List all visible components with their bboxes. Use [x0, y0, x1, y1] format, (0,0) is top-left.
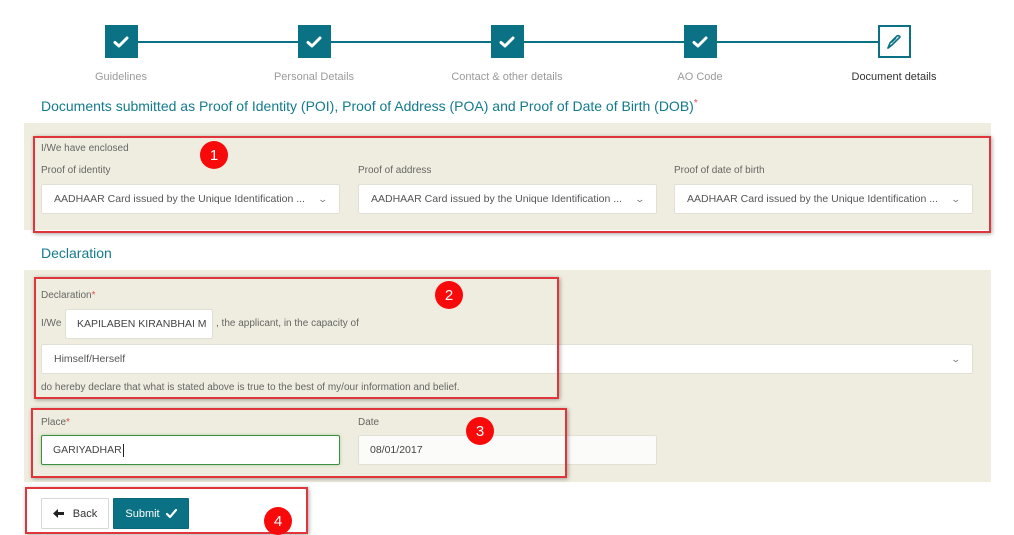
step-label: Contact & other details [451, 71, 563, 83]
step-completed-box [297, 25, 331, 58]
submit-button[interactable]: Submit [113, 498, 189, 529]
back-button[interactable]: Back [41, 498, 109, 529]
step-document-details[interactable]: Document details [834, 25, 954, 83]
step-label: AO Code [677, 71, 723, 83]
annotation-badge-1: 1 [200, 141, 228, 169]
step-current-box [877, 25, 911, 58]
step-completed-box [104, 25, 138, 58]
pen-icon [887, 34, 901, 49]
declaration-section-title: Declaration [41, 245, 112, 261]
step-completed-box [490, 25, 524, 58]
proof-dob-select[interactable]: AADHAAR Card issued by the Unique Identi… [674, 184, 973, 214]
required-mark: * [693, 98, 698, 109]
date-input[interactable]: 08/01/2017 [358, 435, 657, 465]
declaration-label: Declaration* [41, 290, 96, 301]
required-mark: * [91, 290, 96, 301]
check-icon [306, 36, 322, 47]
annotation-badge-2: 2 [435, 281, 463, 309]
step-guidelines[interactable]: Guidelines [61, 25, 181, 83]
check-icon [113, 36, 129, 47]
check-icon [499, 36, 515, 47]
chevron-down-icon: ⌄ [634, 193, 646, 204]
annotation-badge-4: 4 [264, 507, 292, 535]
text-caret [122, 443, 124, 457]
step-ao-code[interactable]: AO Code [640, 25, 760, 83]
proof-address-label: Proof of address [358, 165, 432, 176]
date-label: Date [358, 417, 380, 428]
place-input[interactable]: GARIYADHAR [41, 435, 340, 465]
capacity-select[interactable]: Himself/Herself ⌄ [41, 344, 973, 374]
progress-stepper: Guidelines Personal Details Contact & ot… [0, 0, 1014, 90]
chevron-down-icon: ⌄ [950, 193, 962, 204]
annotation-badge-3: 3 [466, 417, 494, 445]
declaration-suffix: , the applicant, in the capacity of [216, 318, 359, 329]
step-contact-details[interactable]: Contact & other details [447, 25, 567, 83]
declaration-statement: do hereby declare that what is stated ab… [41, 382, 460, 393]
step-label: Document details [851, 71, 937, 83]
required-mark: * [66, 417, 70, 428]
documents-section-title: Documents submitted as Proof of Identity… [41, 98, 698, 114]
proof-address-select[interactable]: AADHAAR Card issued by the Unique Identi… [358, 184, 657, 214]
proof-identity-select[interactable]: AADHAAR Card issued by the Unique Identi… [41, 184, 340, 214]
check-icon [692, 36, 708, 47]
step-label: Personal Details [273, 71, 355, 83]
step-personal-details[interactable]: Personal Details [254, 25, 374, 83]
step-label: Guidelines [95, 71, 147, 83]
chevron-down-icon: ⌄ [317, 193, 329, 204]
proof-identity-label: Proof of identity [41, 165, 111, 176]
enclosed-label: I/We have enclosed [41, 143, 129, 154]
declaration-prefix: I/We [41, 318, 62, 329]
applicant-name-field[interactable]: KAPILABEN KIRANBHAI M [65, 309, 213, 339]
step-completed-box [683, 25, 717, 58]
check-icon [165, 509, 177, 518]
chevron-down-icon: ⌄ [950, 353, 962, 364]
arrow-left-icon [52, 509, 64, 518]
place-label: Place* [41, 417, 70, 428]
proof-dob-label: Proof of date of birth [674, 165, 765, 176]
